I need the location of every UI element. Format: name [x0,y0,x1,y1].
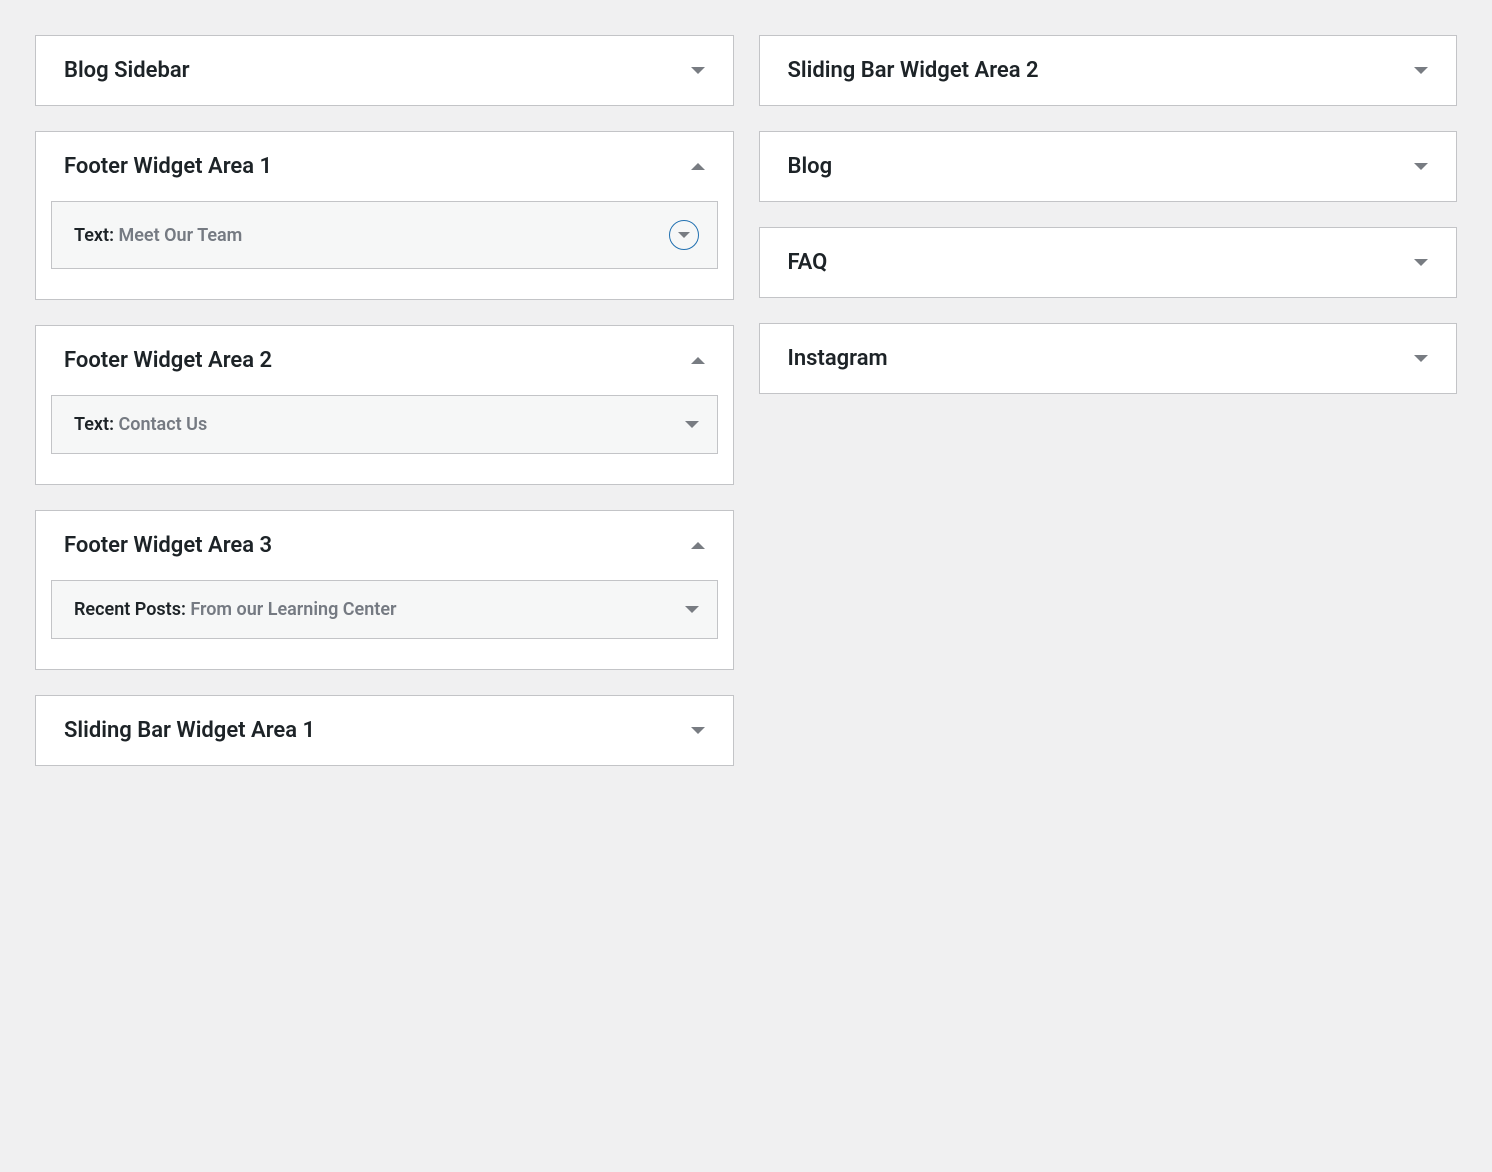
widget-item-type: Text [74,414,109,435]
chevron-up-icon [691,542,705,549]
widget-area-body: Text: Contact Us [36,395,733,484]
widget-area-blog: Blog [759,131,1458,202]
widget-area-instagram: Instagram [759,323,1458,394]
widget-item-type: Recent Posts [74,599,181,620]
widget-area-header[interactable]: FAQ [760,228,1457,297]
widget-area-header[interactable]: Footer Widget Area 1 [36,132,733,201]
widget-item-label: Text: Meet Our Team [74,225,242,246]
chevron-down-icon [685,606,699,613]
chevron-down-icon [1414,163,1428,170]
widget-area-faq: FAQ [759,227,1458,298]
widget-area-header[interactable]: Sliding Bar Widget Area 2 [760,36,1457,105]
widget-area-title: Sliding Bar Widget Area 1 [64,718,315,743]
chevron-down-icon [1414,259,1428,266]
widget-item-name: Contact Us [118,414,207,435]
widget-area-header[interactable]: Sliding Bar Widget Area 1 [36,696,733,765]
widget-item-text-meet-our-team[interactable]: Text: Meet Our Team [51,201,718,269]
widget-area-title: Footer Widget Area 2 [64,348,272,373]
widget-item-type: Text [74,225,109,246]
widget-item-name: From our Learning Center [190,599,396,620]
chevron-down-icon [1414,355,1428,362]
widget-area-header[interactable]: Footer Widget Area 3 [36,511,733,580]
widget-item-recent-posts-from-our-learning-center[interactable]: Recent Posts: From our Learning Center [51,580,718,639]
widget-item-name: Meet Our Team [118,225,242,246]
widget-area-footer-widget-area-3: Footer Widget Area 3 Recent Posts: From o… [35,510,734,670]
chevron-down-icon [691,67,705,74]
chevron-down-icon [685,421,699,428]
widget-item-toggle-button[interactable] [669,220,699,250]
chevron-up-icon [691,357,705,364]
widget-area-body: Recent Posts: From our Learning Center [36,580,733,669]
widget-area-title: Footer Widget Area 1 [64,154,272,179]
widget-area-footer-widget-area-1: Footer Widget Area 1 Text: Meet Our Team [35,131,734,300]
widget-area-footer-widget-area-2: Footer Widget Area 2 Text: Contact Us [35,325,734,485]
widget-area-body: Text: Meet Our Team [36,201,733,299]
widget-item-label: Text: Contact Us [74,414,207,435]
widget-area-title: Blog Sidebar [64,58,190,83]
widget-area-header[interactable]: Footer Widget Area 2 [36,326,733,395]
left-column: Blog Sidebar Footer Widget Area 1 Text: Me… [35,35,734,766]
right-column: Sliding Bar Widget Area 2 Blog FAQ Instagra… [759,35,1458,766]
widget-area-blog-sidebar: Blog Sidebar [35,35,734,106]
widget-area-title: Footer Widget Area 3 [64,533,272,558]
widget-area-title: Blog [788,154,833,179]
chevron-down-icon [691,727,705,734]
widget-area-header[interactable]: Blog [760,132,1457,201]
widget-item-text-contact-us[interactable]: Text: Contact Us [51,395,718,454]
widget-area-title: Sliding Bar Widget Area 2 [788,58,1039,83]
widget-area-sliding-bar-widget-area-1: Sliding Bar Widget Area 1 [35,695,734,766]
widget-area-header[interactable]: Blog Sidebar [36,36,733,105]
chevron-down-icon [1414,67,1428,74]
widget-item-label: Recent Posts: From our Learning Center [74,599,397,620]
chevron-up-icon [691,163,705,170]
widget-area-title: FAQ [788,250,828,275]
chevron-down-icon [678,232,690,238]
widget-area-title: Instagram [788,346,888,371]
widget-area-header[interactable]: Instagram [760,324,1457,393]
widget-area-sliding-bar-widget-area-2: Sliding Bar Widget Area 2 [759,35,1458,106]
